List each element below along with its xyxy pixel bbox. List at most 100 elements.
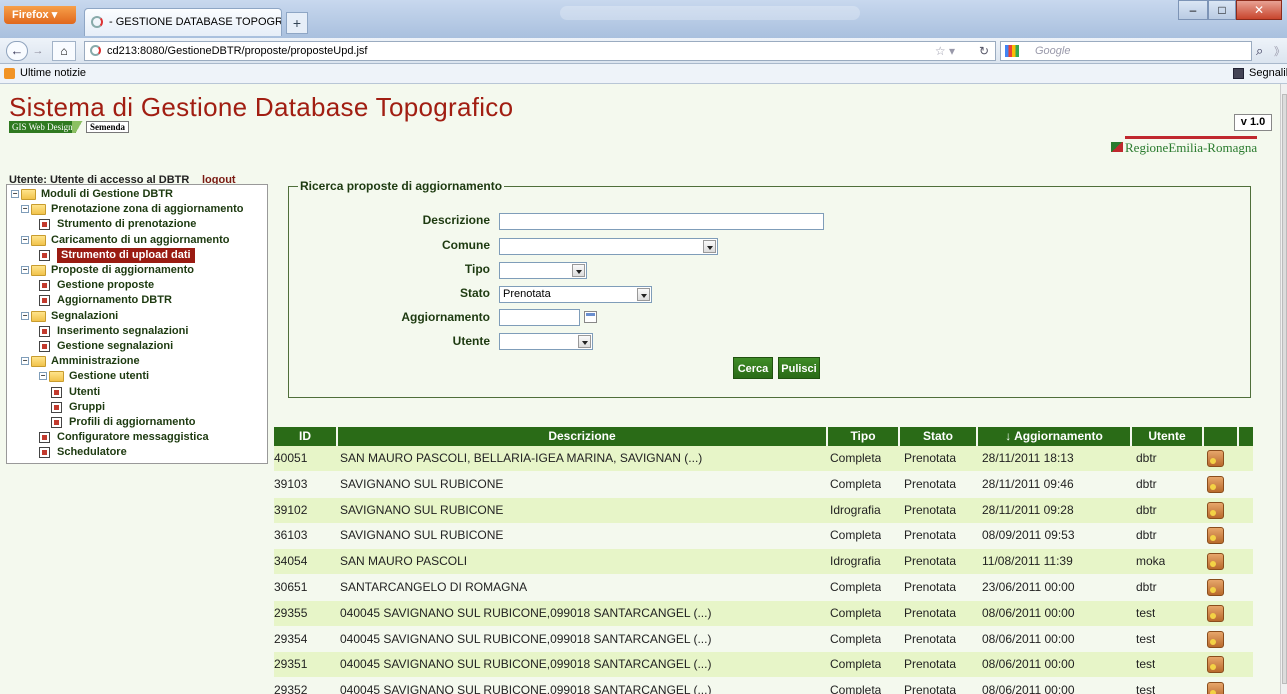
package-icon[interactable] (1207, 630, 1224, 648)
cell-id: 29355 (274, 605, 308, 620)
cerca-button[interactable]: Cerca (733, 357, 773, 379)
table-row[interactable]: 36103 SAVIGNANO SUL RUBICONE Completa Preno… (274, 523, 1253, 549)
package-icon[interactable] (1207, 450, 1224, 467)
table-row[interactable]: 29351 040045 SAVIGNANO SUL RUBICONE,09901… (274, 652, 1253, 678)
browser-tab[interactable]: - GESTIONE DATABASE TOPOGRAFICO ... (84, 8, 282, 36)
home-icon[interactable]: ⌂ (52, 41, 76, 61)
table-row[interactable]: 30651 SANTARCANGELO DI ROMAGNA Completa Pre… (274, 575, 1253, 600)
table-row[interactable]: 39103 SAVIGNANO SUL RUBICONE Completa Preno… (274, 471, 1253, 497)
search-panel-legend: Ricerca proposte di aggiornamento (298, 179, 505, 193)
search-input[interactable]: Google (1000, 41, 1252, 61)
package-icon[interactable] (1207, 604, 1224, 622)
package-icon[interactable] (1207, 682, 1224, 694)
cell-id: 34054 (274, 554, 308, 569)
table-row[interactable]: 29354 040045 SAVIGNANO SUL RUBICONE,09901… (274, 626, 1253, 652)
cell-id: 29354 (274, 631, 308, 646)
feed-icon[interactable]: 》 (1274, 43, 1285, 59)
stato-select[interactable]: Prenotata (499, 286, 652, 303)
column-aggiornamento[interactable]: ↓ Aggiornamento (978, 427, 1132, 446)
cell-stato: Prenotata (904, 451, 957, 465)
minimize-button[interactable]: – (1178, 0, 1208, 20)
table-row[interactable]: 40051 SAN MAURO PASCOLI, BELLARIA-IGEA MA… (274, 446, 1253, 471)
folder-icon (31, 265, 46, 276)
menu-item-label: Prenotazione zona di aggiornamento (51, 203, 244, 216)
collapse-toggle-icon[interactable]: − (21, 311, 29, 320)
aggiornamento-input[interactable] (499, 309, 580, 326)
column-tipo[interactable]: Tipo (828, 427, 900, 446)
package-icon[interactable] (1207, 553, 1224, 571)
utente-label: Utente (452, 334, 490, 348)
cell-tipo: Completa (830, 528, 882, 543)
cell-stato: Prenotata (904, 657, 957, 672)
menu-item-label: Utenti (69, 385, 101, 398)
bookmark-star-icon[interactable]: ☆ ▾ (935, 42, 955, 60)
column-utente[interactable]: Utente (1132, 427, 1204, 446)
firefox-menu-button[interactable]: Firefox ▾ (4, 6, 76, 24)
column-descrizione[interactable]: Descrizione (338, 427, 828, 446)
collapse-toggle-icon[interactable]: − (21, 235, 29, 244)
close-window-button[interactable]: ✕ (1236, 0, 1282, 20)
forward-arrow-icon[interactable]: → (30, 43, 46, 59)
folder-icon (31, 234, 46, 246)
region-flag-icon (1111, 142, 1123, 152)
reload-icon[interactable]: ↻ (979, 42, 989, 60)
table-row[interactable]: 39102 SAVIGNANO SUL RUBICONE Idrografia Pre… (274, 497, 1253, 523)
bookmark-ultime-notizie[interactable]: Ultime notizie (20, 64, 86, 83)
collapse-toggle-icon[interactable]: − (11, 190, 19, 198)
menu-item-label: Gestione proposte (57, 279, 155, 292)
bookmarks-menu[interactable]: Segnalibri (1233, 64, 1287, 83)
rss-icon (4, 68, 15, 79)
cell-stato: Prenotata (904, 683, 957, 694)
calendar-icon[interactable] (584, 311, 597, 323)
table-row[interactable]: 29355 040045 SAVIGNANO SUL RUBICONE,09901… (274, 600, 1253, 626)
url-bar[interactable]: cd213:8080/GestioneDBTR/proposte/propost… (84, 41, 996, 61)
cell-aggiornamento: 08/06/2011 00:00 (982, 605, 1075, 620)
cell-descrizione: SAVIGNANO SUL RUBICONE (340, 502, 504, 517)
scrollbar-thumb[interactable] (1282, 94, 1287, 684)
cell-tipo: Completa (830, 605, 882, 620)
package-icon[interactable] (1207, 579, 1224, 596)
cell-descrizione: 040045 SAVIGNANO SUL RUBICONE,099018 SAN… (340, 605, 712, 620)
descrizione-input[interactable] (499, 213, 824, 230)
cell-id: 29351 (274, 657, 308, 672)
column-stato[interactable]: Stato (900, 427, 978, 446)
collapse-toggle-icon[interactable]: − (21, 357, 29, 366)
maximize-button[interactable]: □ (1208, 0, 1236, 20)
cell-tipo: Completa (830, 476, 882, 491)
package-icon[interactable] (1207, 501, 1224, 519)
chevron-down-icon (578, 335, 591, 348)
menu-item-label: Aggiornamento DBTR (57, 294, 172, 307)
cell-utente: test (1136, 657, 1156, 672)
cell-descrizione: SANTARCANGELO DI ROMAGNA (340, 580, 528, 594)
pulisci-button[interactable]: Pulisci (778, 357, 820, 379)
cell-aggiornamento: 28/11/2011 09:28 (982, 502, 1074, 517)
cell-tipo: Idrografia (830, 554, 881, 569)
cell-utente: test (1136, 683, 1156, 694)
cell-descrizione: 040045 SAVIGNANO SUL RUBICONE,099018 SAN… (340, 657, 712, 672)
collapse-toggle-icon[interactable]: − (39, 372, 47, 381)
page-icon (39, 249, 50, 261)
collapse-toggle-icon[interactable]: − (21, 266, 29, 274)
back-arrow-icon[interactable]: ← (6, 41, 28, 61)
new-tab-button[interactable]: + (286, 12, 308, 34)
page-icon (51, 386, 62, 398)
menu-item-label: Gestione utenti (69, 370, 150, 383)
cell-id: 29352 (274, 683, 308, 694)
table-row[interactable]: 34054 SAN MAURO PASCOLI Idrografia Prenotat… (274, 549, 1253, 575)
package-icon[interactable] (1207, 475, 1224, 493)
utente-select[interactable] (499, 333, 593, 350)
search-icon[interactable]: ⌕ (1256, 43, 1263, 59)
page-icon (39, 432, 50, 444)
menu-item-label: Amministrazione (51, 355, 140, 368)
folder-icon (31, 310, 46, 322)
page-scrollbar[interactable] (1280, 84, 1287, 694)
package-icon[interactable] (1207, 527, 1224, 545)
collapse-toggle-icon[interactable]: − (21, 205, 29, 214)
cell-utente: moka (1136, 554, 1166, 569)
comune-select[interactable] (499, 238, 718, 255)
package-icon[interactable] (1207, 656, 1224, 674)
table-row[interactable]: 29352 040045 SAVIGNANO SUL RUBICONE,09901… (274, 678, 1253, 694)
tipo-select[interactable] (499, 262, 587, 279)
cell-stato: Prenotata (904, 476, 957, 491)
comune-label: Comune (442, 238, 490, 252)
